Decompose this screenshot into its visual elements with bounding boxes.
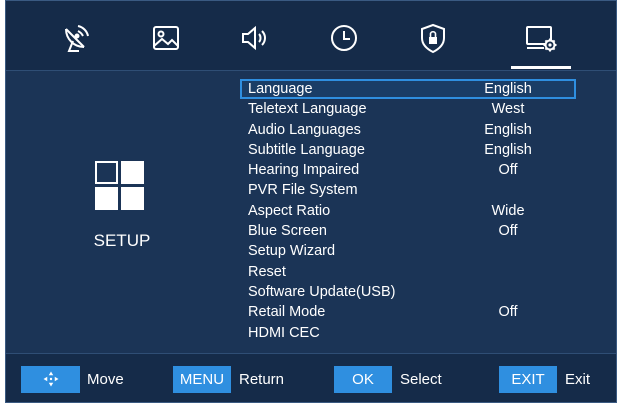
menu-item-label: Language [248, 81, 313, 97]
menu-item-label: Retail Mode [248, 304, 326, 321]
menu-item-label: PVR File System [248, 182, 358, 199]
menu-item-label: Audio Languages [248, 121, 361, 138]
key-hint-bar: Move MENU Return OK Select EXIT Exit [6, 353, 616, 402]
menu-item-label: Hearing Impaired [248, 162, 360, 179]
move-key[interactable] [21, 366, 80, 393]
menu-item-label: Aspect Ratio [248, 202, 331, 219]
tab-channel[interactable] [47, 11, 107, 65]
menu-item-label: Teletext Language [248, 101, 367, 118]
menu-item-language[interactable]: Language English [240, 79, 576, 100]
menu-item-value: Wide [491, 202, 525, 219]
menu-item-label: Reset [248, 263, 286, 280]
tab-picture[interactable] [136, 11, 196, 65]
four-way-arrows-icon [43, 371, 58, 387]
exit-label: Exit [565, 371, 591, 388]
menu-item-value: English [484, 81, 532, 97]
menu-item-value: Off [498, 304, 518, 321]
ok-key[interactable]: OK [334, 366, 392, 393]
menu-item-value: West [491, 101, 525, 118]
tv-menu-screen: SETUP Language English Teletext Language We… [5, 0, 617, 403]
menu-item-value: English [484, 141, 532, 158]
menu-item-label: HDMI CEC [248, 324, 320, 341]
tab-setup[interactable] [511, 11, 571, 69]
select-label: Select [400, 371, 442, 388]
tab-sound[interactable] [225, 11, 285, 65]
menu-item-retail-mode[interactable]: Retail Mode Off [240, 302, 576, 322]
setup-monitor-gear-icon [526, 26, 557, 52]
sound-icon [242, 25, 266, 51]
setup-menu-list: Language English Teletext Language West Audi… [240, 79, 576, 343]
move-label: Move [87, 371, 124, 388]
satellite-dish-icon [65, 25, 89, 52]
exit-key[interactable]: EXIT [499, 366, 557, 393]
menu-item-aspect-ratio[interactable]: Aspect Ratio Wide [240, 201, 576, 221]
menu-item-subtitle-language[interactable]: Subtitle Language English [240, 140, 576, 160]
menu-item-software-update-usb[interactable]: Software Update(USB) [240, 282, 576, 302]
menu-item-label: Subtitle Language [248, 141, 365, 158]
menu-item-label: Software Update(USB) [248, 283, 396, 300]
menu-item-teletext-language[interactable]: Teletext Language West [240, 99, 576, 119]
menu-item-hearing-impaired[interactable]: Hearing Impaired Off [240, 160, 576, 180]
menu-item-value: Off [498, 162, 518, 179]
menu-item-value: Off [498, 223, 518, 240]
lock-shield-icon [421, 23, 445, 54]
section-panel: SETUP [6, 72, 238, 354]
menu-item-pvr-file-system[interactable]: PVR File System [240, 180, 576, 200]
picture-icon [153, 26, 179, 50]
menu-item-blue-screen[interactable]: Blue Screen Off [240, 221, 576, 241]
menu-item-reset[interactable]: Reset [240, 262, 576, 282]
section-title: SETUP [93, 231, 151, 250]
tab-time[interactable] [314, 11, 374, 65]
menu-item-hdmi-cec[interactable]: HDMI CEC [240, 323, 576, 343]
clock-icon [331, 25, 357, 51]
menu-item-audio-languages[interactable]: Audio Languages English [240, 120, 576, 140]
menu-item-value: English [484, 121, 532, 138]
top-tab-bar [6, 1, 616, 71]
grid-windows-icon [95, 161, 145, 211]
menu-item-label: Blue Screen [248, 223, 327, 240]
menu-key[interactable]: MENU [173, 366, 231, 393]
return-label: Return [239, 371, 285, 388]
menu-item-label: Setup Wizard [248, 243, 336, 260]
tab-lock[interactable] [403, 11, 463, 65]
menu-item-setup-wizard[interactable]: Setup Wizard [240, 241, 576, 261]
